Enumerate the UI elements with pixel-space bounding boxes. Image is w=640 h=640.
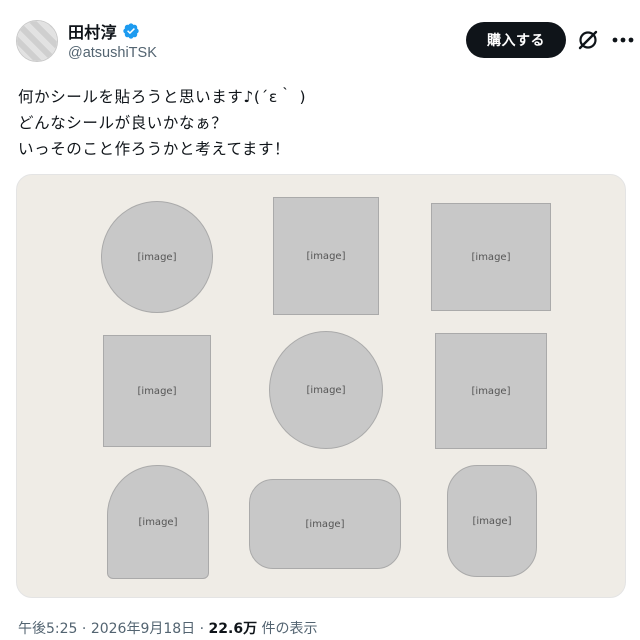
sticker-image-placeholder: [image] xyxy=(269,331,383,449)
sticker-image-placeholder: [image] xyxy=(249,479,401,569)
tweet-header: 田村淳 @atsushiTSK 購入する xyxy=(0,0,640,80)
avatar[interactable] xyxy=(16,20,58,62)
avatar-image-placeholder xyxy=(17,21,57,61)
sticker-image-placeholder: [image] xyxy=(107,465,209,579)
tweet-line: いっそのこと作ろうかと考えてます！ xyxy=(18,140,291,158)
sticker-image-placeholder: [image] xyxy=(431,203,551,311)
display-name[interactable]: 田村淳 xyxy=(68,19,117,43)
separator: · xyxy=(81,621,87,637)
tweet-line: 何かシールを貼ろうと思います♪(´ε｀ ) xyxy=(18,88,307,106)
tweet-line: どんなシールが良いかなぁ？ xyxy=(18,114,228,132)
verified-badge-icon xyxy=(123,23,139,39)
post-time[interactable]: 午後5:25 xyxy=(18,621,77,637)
grok-icon[interactable] xyxy=(576,28,600,52)
view-count-label: 件の表示 xyxy=(261,621,318,637)
post-date[interactable]: 2026年9月18日 xyxy=(91,621,195,637)
sticker-image-placeholder: [image] xyxy=(435,333,547,449)
tweet-meta: 午後5:25 · 2026年9月18日 · 22.6万 件の表示 xyxy=(18,618,318,638)
name-row: 田村淳 xyxy=(68,20,157,42)
sticker-image-placeholder: [image] xyxy=(101,201,213,313)
tweet-media-image[interactable]: [image] [image] [image] [image] [image] … xyxy=(16,174,626,598)
view-count: 22.6万 xyxy=(208,621,258,637)
tweet-text: 何かシールを貼ろうと思います♪(´ε｀ ) どんなシールが良いかなぁ？ いっその… xyxy=(18,84,618,162)
user-handle[interactable]: @atsushiTSK xyxy=(68,45,157,61)
buy-button[interactable]: 購入する xyxy=(466,22,566,58)
more-icon[interactable] xyxy=(610,30,636,50)
sticker-image-placeholder: [image] xyxy=(273,197,379,315)
separator: · xyxy=(199,621,205,637)
author-block: 田村淳 @atsushiTSK xyxy=(68,20,157,61)
sticker-image-placeholder: [image] xyxy=(447,465,537,577)
sticker-image-placeholder: [image] xyxy=(103,335,211,447)
